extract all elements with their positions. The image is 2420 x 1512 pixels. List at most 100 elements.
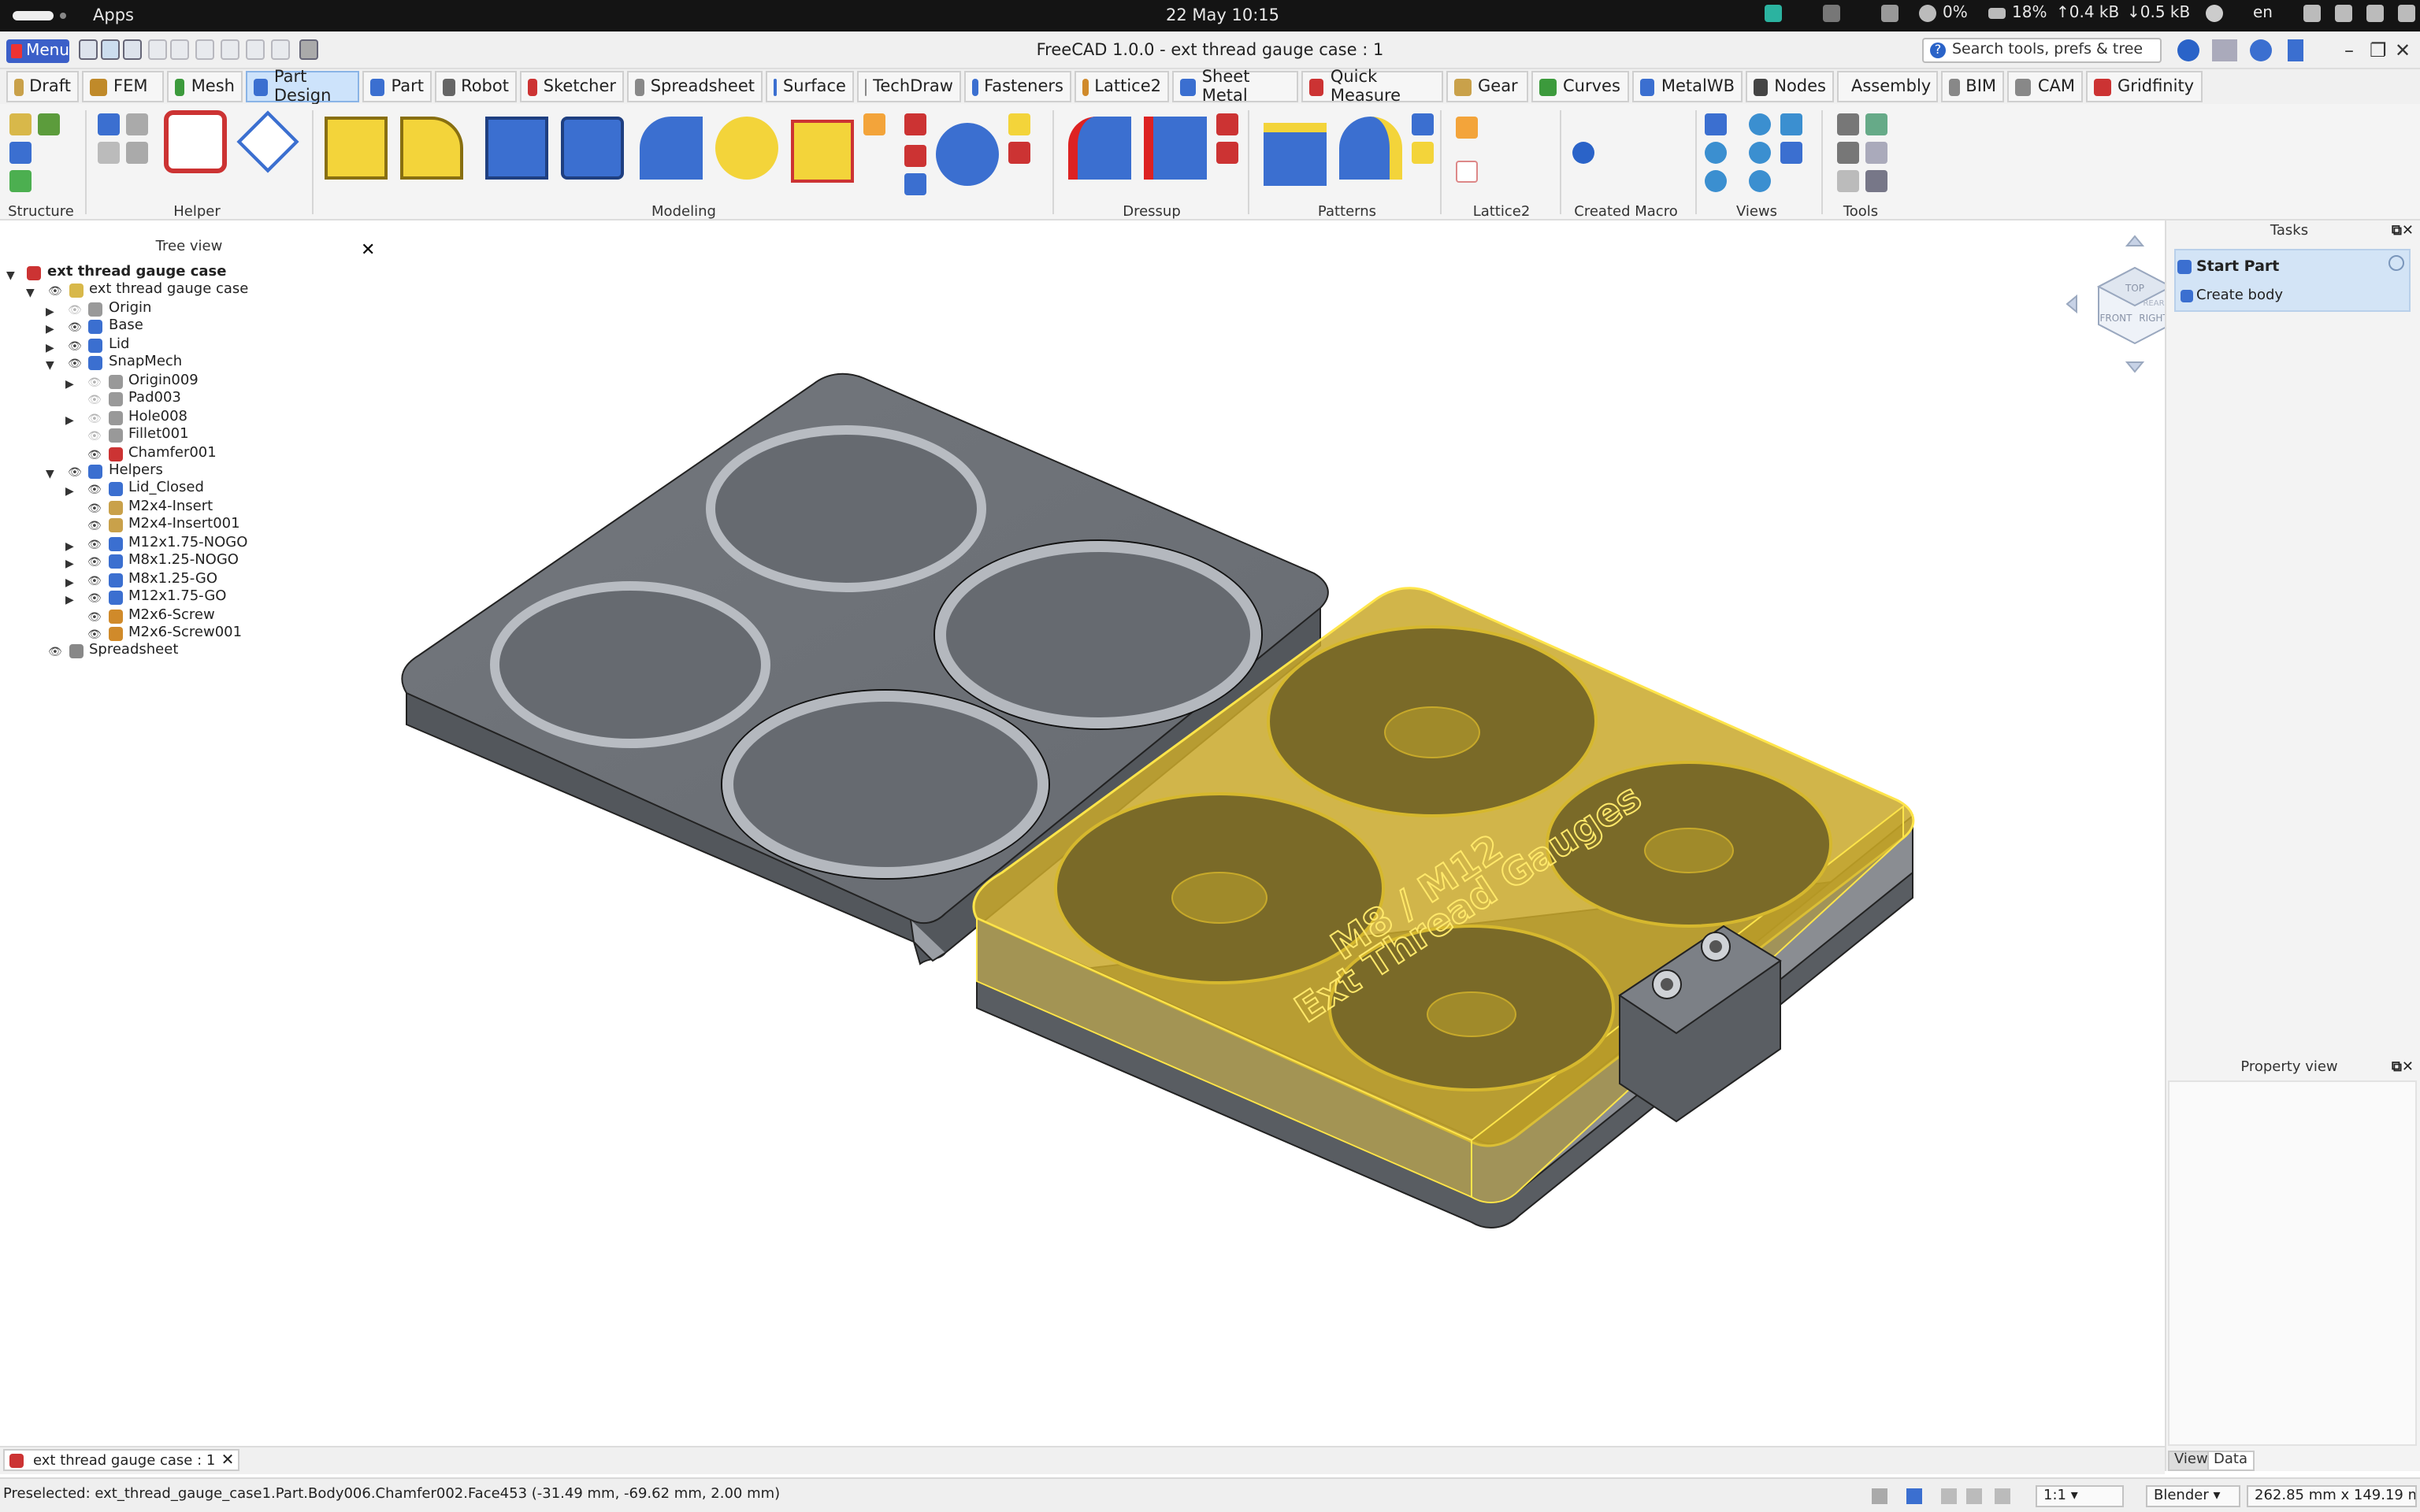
workbench-tab-gridfinity[interactable]: Gridfinity [2086, 71, 2203, 102]
tree-item[interactable]: ▶ 👁 Lid_Closed [0, 481, 378, 498]
visibility-eye-icon[interactable]: 👁 [87, 537, 102, 554]
subshape-binder-icon[interactable] [126, 142, 148, 164]
text-document-icon[interactable] [1837, 170, 1859, 192]
nav-cube-rear-face[interactable]: REAR [2143, 299, 2164, 308]
navigation-style-select[interactable]: Blender ▾ [2146, 1485, 2240, 1507]
view-fit-all-icon[interactable] [1705, 170, 1727, 192]
workbench-tab-curves[interactable]: Curves [1531, 71, 1629, 102]
whats-this-icon[interactable] [1865, 170, 1887, 192]
tree-item[interactable]: ▼ 👁 Helpers [0, 463, 378, 480]
grid-tray-icon[interactable] [1823, 5, 1840, 22]
settings-gear-icon[interactable] [2250, 39, 2272, 61]
visibility-eye-icon[interactable]: 👁 [48, 284, 62, 302]
workbench-tab-sketcher[interactable]: Sketcher [520, 71, 624, 102]
tree-item[interactable]: 👁 Spreadsheet [0, 643, 378, 661]
boolean-icon[interactable] [936, 123, 999, 186]
datum-plane-icon[interactable] [236, 110, 299, 173]
workbench-tab-fem[interactable]: FEM [82, 71, 164, 102]
variable-set-icon[interactable] [9, 170, 32, 192]
visibility-eye-icon[interactable]: 👁 [87, 554, 102, 572]
tool-icon-2[interactable] [1966, 1488, 1982, 1504]
keyboard-layout[interactable]: en [2253, 5, 2273, 22]
create-group-icon[interactable] [9, 142, 32, 164]
workbench-tab-sheet-metal[interactable]: Sheet Metal [1172, 68, 1298, 106]
subtractive-helix-icon[interactable] [904, 173, 926, 195]
visibility-eye-icon[interactable]: 👁 [87, 392, 102, 410]
mirrored-icon[interactable] [1412, 113, 1434, 135]
visibility-eye-icon[interactable]: 👁 [87, 573, 102, 590]
workbench-tab-quick-measure[interactable]: Quick Measure [1301, 68, 1443, 106]
document-tab[interactable]: ext thread gauge case : 1 ✕ [3, 1449, 239, 1471]
tree-close-icon[interactable]: ✕ [361, 239, 375, 260]
measure-icon[interactable] [1837, 113, 1859, 135]
fillet-icon[interactable] [1068, 117, 1131, 180]
app-tray-icon[interactable] [1765, 5, 1782, 22]
tree-item[interactable]: ▼ 👁 ext thread gauge case [0, 283, 378, 300]
tree-item[interactable]: ▶ 👁 Lid [0, 337, 378, 354]
tree-item[interactable]: ▶ 👁 Origin [0, 301, 378, 318]
draw-style-icon[interactable] [1780, 142, 1802, 164]
visibility-eye-icon[interactable]: 👁 [68, 357, 82, 374]
tree-item[interactable]: ▼ ext thread gauge case [0, 265, 378, 282]
clone-icon[interactable] [126, 113, 148, 135]
create-sketch-icon[interactable] [164, 110, 227, 173]
additive-helix-icon[interactable] [715, 117, 778, 180]
additive-primitive-icon[interactable] [791, 120, 854, 183]
workbench-tab-surface[interactable]: Surface [766, 71, 854, 102]
zoom-icon[interactable] [1749, 170, 1771, 192]
subtractive-box-icon[interactable] [1008, 142, 1030, 164]
close-window-icon[interactable]: ✕ [2395, 39, 2411, 61]
workbench-tab-draft[interactable]: Draft [6, 71, 79, 102]
tree-item[interactable]: 👁 M2x6-Screw001 [0, 625, 378, 643]
power-icon[interactable] [2398, 5, 2415, 22]
grid-snap-icon[interactable] [1872, 1488, 1887, 1504]
workbench-tab-techdraw[interactable]: TechDraw [857, 71, 961, 102]
visibility-eye-icon[interactable]: 👁 [48, 645, 62, 662]
workbench-tab-nodes[interactable]: Nodes [1746, 71, 1834, 102]
pad-icon[interactable] [325, 117, 388, 180]
tree-item[interactable]: ▶ 👁 Hole008 [0, 409, 378, 426]
search-input[interactable]: ? Search tools, prefs & tree [1922, 38, 2162, 63]
tasks-float-close-icon[interactable]: ⧉✕ [2392, 224, 2414, 239]
workspace-indicator[interactable] [13, 11, 54, 20]
workbench-tab-spreadsheet[interactable]: Spreadsheet [627, 71, 763, 102]
subtractive-pipe-icon[interactable] [904, 113, 926, 135]
workbench-tab-gear[interactable]: Gear [1446, 71, 1528, 102]
apps-menu[interactable]: Apps [93, 6, 134, 25]
visibility-eye-icon[interactable]: 👁 [87, 410, 102, 428]
additive-box-icon[interactable] [1008, 113, 1030, 135]
zoom-select[interactable]: 1:1 ▾ [2036, 1485, 2124, 1507]
wifi-icon[interactable] [2303, 5, 2321, 22]
chamfer-icon[interactable] [1144, 117, 1207, 180]
cpu-indicator[interactable]: 0% [1919, 5, 1968, 22]
fit-selection-icon[interactable] [1780, 113, 1802, 135]
workbench-tab-mesh[interactable]: Mesh [167, 71, 243, 102]
lattice-pattern-icon[interactable] [1456, 117, 1478, 139]
thickness-icon[interactable] [1216, 142, 1238, 164]
workbench-tab-part[interactable]: Part [362, 71, 432, 102]
visibility-eye-icon[interactable]: 👁 [87, 627, 102, 644]
tool-icon-3[interactable] [1995, 1488, 2010, 1504]
tree-item[interactable]: 👁 M2x4-Insert001 [0, 517, 378, 535]
minimize-icon[interactable]: – [2344, 39, 2354, 61]
system-clock[interactable]: 22 May 10:15 [1166, 6, 1279, 25]
tree-item[interactable]: 👁 Fillet001 [0, 427, 378, 444]
create-body-icon[interactable] [98, 113, 120, 135]
groove-icon[interactable] [640, 117, 703, 180]
property-editor[interactable] [2168, 1080, 2417, 1446]
workbench-tab-assembly[interactable]: Assembly [1837, 71, 1938, 102]
workbench-tab-cam[interactable]: CAM [2007, 71, 2083, 102]
selection-view-icon[interactable] [1865, 113, 1887, 135]
tree-item[interactable]: ▶ 👁 Origin009 [0, 372, 378, 390]
volume-icon[interactable] [2366, 5, 2384, 22]
shape-binder-icon[interactable] [98, 142, 120, 164]
tree-item[interactable]: ▶ 👁 M8x1.25-GO [0, 571, 378, 588]
close-tab-icon[interactable]: ✕ [221, 1451, 235, 1473]
linear-pattern-icon[interactable] [1264, 123, 1327, 186]
visibility-eye-icon[interactable]: 👁 [68, 339, 82, 356]
subtractive-loft-icon[interactable] [904, 145, 926, 167]
visibility-eye-icon[interactable]: 👁 [68, 321, 82, 338]
lattice-sketch-icon[interactable] [1456, 161, 1478, 183]
pocket-icon[interactable] [485, 117, 548, 180]
visibility-eye-icon[interactable]: 👁 [87, 374, 102, 391]
